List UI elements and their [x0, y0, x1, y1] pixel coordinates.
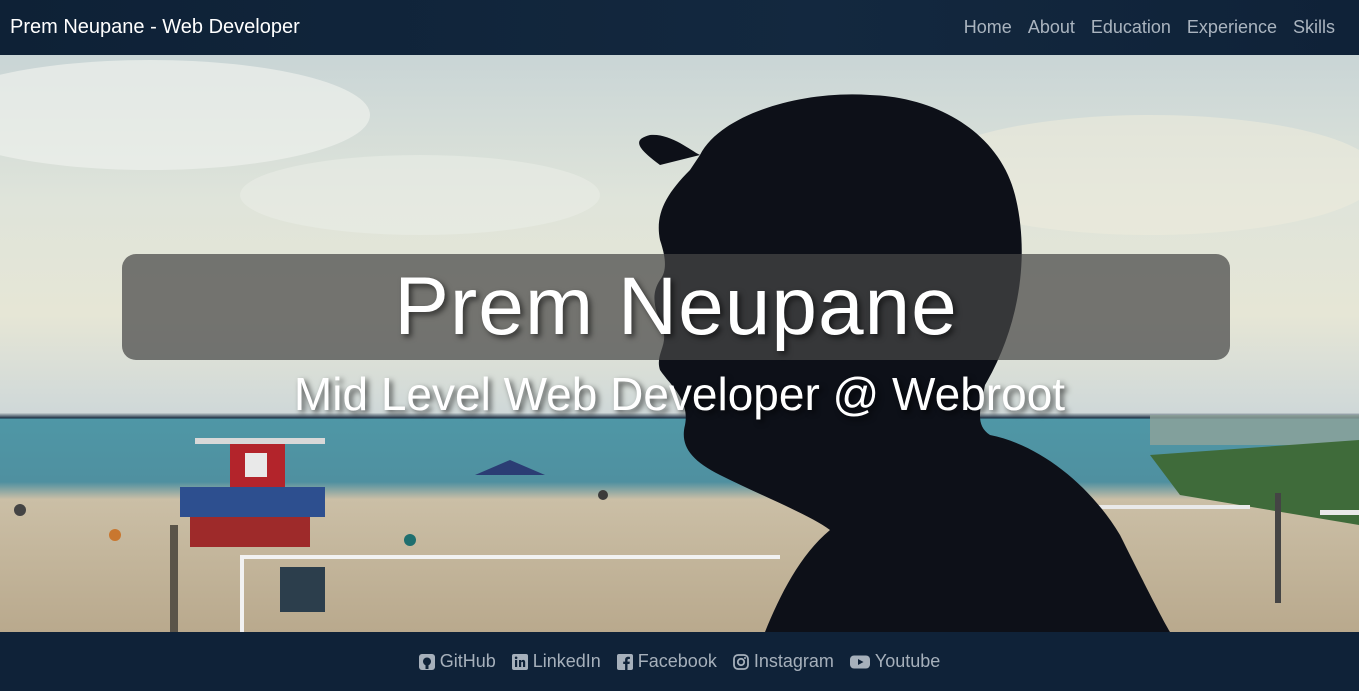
nav-link-experience[interactable]: Experience — [1187, 17, 1277, 38]
youtube-icon — [849, 655, 870, 668]
linkedin-label: LinkedIn — [532, 651, 601, 671]
youtube-link[interactable]: Youtube — [849, 651, 941, 672]
youtube-label: Youtube — [874, 651, 941, 671]
instagram-link[interactable]: Instagram — [732, 651, 834, 672]
linkedin-icon — [511, 653, 528, 670]
footer: GitHub LinkedIn Facebook Instagram Youtu… — [0, 632, 1359, 691]
nav-link-about[interactable]: About — [1028, 17, 1075, 38]
facebook-label: Facebook — [637, 651, 717, 671]
github-label: GitHub — [439, 651, 496, 671]
hero-title: Prem Neupane — [394, 261, 958, 352]
navbar: Prem Neupane - Web Developer Home About … — [0, 0, 1359, 55]
brand-title[interactable]: Prem Neupane - Web Developer — [10, 16, 300, 39]
facebook-link[interactable]: Facebook — [616, 651, 717, 672]
nav-links: Home About Education Experience Skills — [964, 17, 1349, 38]
hero-section: Prem Neupane Mid Level Web Developer @ W… — [0, 55, 1359, 632]
nav-link-education[interactable]: Education — [1091, 17, 1171, 38]
title-box: Prem Neupane — [122, 254, 1230, 360]
nav-link-home[interactable]: Home — [964, 17, 1012, 38]
linkedin-link[interactable]: LinkedIn — [511, 651, 601, 672]
instagram-icon — [732, 653, 749, 670]
github-link[interactable]: GitHub — [418, 651, 496, 672]
instagram-label: Instagram — [753, 651, 834, 671]
hero-subtitle: Mid Level Web Developer @ Webroot — [293, 368, 1066, 420]
facebook-icon — [616, 653, 633, 670]
nav-link-skills[interactable]: Skills — [1293, 17, 1335, 38]
github-icon — [418, 653, 435, 670]
